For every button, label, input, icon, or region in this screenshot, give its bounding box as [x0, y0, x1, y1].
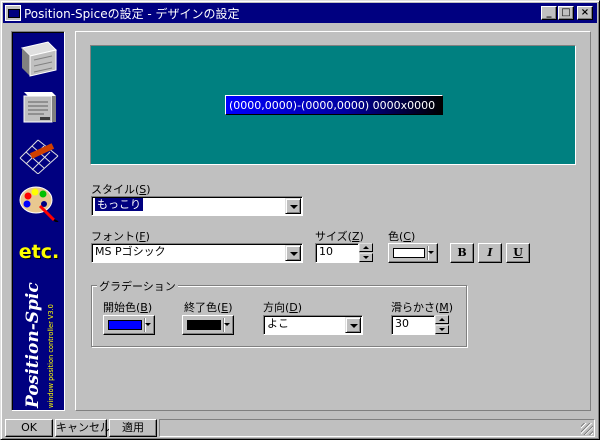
status-bar: OK キャンセル 適用: [5, 419, 595, 437]
resize-grip-icon[interactable]: [581, 423, 593, 435]
smoothness-value: 30: [395, 317, 409, 330]
color-picker-button[interactable]: [388, 243, 438, 263]
spin-up-icon[interactable]: [359, 243, 373, 252]
maximize-button[interactable]: □: [558, 6, 574, 20]
brand-subtitle: window position controller V3.0: [47, 304, 55, 408]
bold-button[interactable]: B: [450, 243, 474, 263]
end-color-label: 終了色(E): [184, 301, 233, 314]
start-color-label: 開始色(B): [103, 301, 153, 314]
app-icon[interactable]: [5, 5, 21, 21]
minimize-button[interactable]: _: [541, 6, 557, 20]
smoothness-label: 滑らかさ(M): [391, 301, 454, 314]
chevron-down-icon: [224, 323, 230, 326]
size-input[interactable]: 10: [315, 243, 359, 263]
preview-sample: (0000,0000)-(0000,0000) 0000x0000: [225, 95, 443, 115]
style-select[interactable]: もっこり: [91, 196, 303, 216]
font-value: MS Pゴシック: [95, 245, 166, 258]
window-list-icon[interactable]: [18, 88, 60, 128]
underline-button[interactable]: U: [506, 243, 530, 263]
palette-icon[interactable]: [18, 182, 60, 222]
chevron-down-icon[interactable]: [285, 245, 301, 261]
chevron-down-icon: [428, 251, 434, 254]
direction-label: 方向(D): [263, 301, 303, 314]
chevron-down-icon: [145, 323, 151, 326]
chevron-down-icon[interactable]: [345, 317, 361, 333]
spin-down-icon[interactable]: [435, 325, 449, 334]
close-button[interactable]: ×: [577, 6, 593, 20]
etc-icon[interactable]: etc.: [18, 232, 60, 272]
color-label: 色(C): [388, 230, 416, 243]
font-label: フォント(F): [91, 230, 150, 243]
size-value: 10: [319, 245, 333, 258]
brand-title: Position-Spice: [23, 282, 43, 409]
end-color-swatch: [187, 320, 221, 330]
italic-button[interactable]: I: [478, 243, 502, 263]
grid-icon[interactable]: [18, 134, 60, 174]
sidebar: etc. Position-Spice window position cont…: [11, 31, 65, 411]
style-value: もっこり: [95, 198, 143, 211]
font-select[interactable]: MS Pゴシック: [91, 243, 303, 263]
chevron-down-icon[interactable]: [285, 198, 301, 214]
start-color-button[interactable]: [103, 315, 155, 335]
style-label: スタイル(S): [91, 183, 151, 196]
smoothness-spinner[interactable]: [435, 315, 449, 335]
color-swatch: [393, 248, 425, 258]
smoothness-input[interactable]: 30: [391, 315, 435, 335]
window-position-icon[interactable]: [18, 40, 60, 80]
window-title: Position-Spiceの設定 - デザインの設定: [24, 6, 240, 21]
brand-logo: Position-Spice window position controlle…: [23, 282, 55, 409]
settings-window: Position-Spiceの設定 - デザインの設定 _ □ × etc. P…: [0, 0, 600, 440]
size-label: サイズ(Z): [315, 230, 364, 243]
start-color-swatch: [108, 320, 142, 330]
cancel-button[interactable]: キャンセル: [55, 419, 111, 437]
preview-area: (0000,0000)-(0000,0000) 0000x0000: [90, 45, 576, 165]
end-color-button[interactable]: [182, 315, 234, 335]
direction-value: よこ: [267, 317, 289, 330]
gradation-title: グラデーション: [97, 278, 178, 294]
spin-down-icon[interactable]: [359, 253, 373, 262]
ok-button[interactable]: OK: [5, 419, 53, 437]
apply-button[interactable]: 適用: [109, 419, 157, 437]
status-pane: [159, 419, 595, 437]
direction-select[interactable]: よこ: [263, 315, 363, 335]
spin-up-icon[interactable]: [435, 315, 449, 324]
title-bar[interactable]: Position-Spiceの設定 - デザインの設定 _ □ ×: [3, 3, 597, 23]
size-spinner[interactable]: [359, 243, 373, 263]
